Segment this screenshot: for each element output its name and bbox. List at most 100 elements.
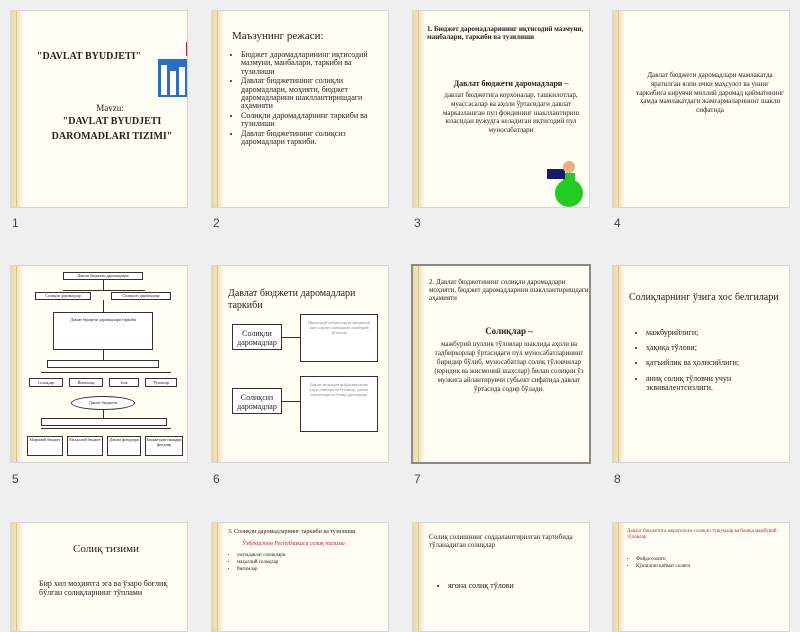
slide-border-decoration (212, 523, 224, 631)
slide-border-decoration (613, 523, 625, 631)
diagram-oval: Давлат бюджети (71, 396, 135, 410)
slide-term: Давлат бюджети даромадлари – (453, 79, 569, 88)
list-item: маҳаллий солиқлар (237, 560, 378, 566)
diagram-bottom-box: Марказий бюджет (27, 436, 63, 456)
diagram-branch-box: Йиғимлар (69, 378, 103, 387)
diagram-connector (282, 337, 300, 338)
diagram-connector (103, 300, 104, 312)
slide-border-decoration (11, 266, 23, 462)
diagram-desc-box: Иқтисодий субъектлар ва жисмоний шахслар… (300, 314, 378, 362)
slide-title: Давлат бюджети даромадлари таркиби (228, 288, 356, 311)
slide-bullet-list: умумдавлат солиқлари маҳаллий солиқлар й… (228, 553, 378, 573)
slide-thumbnail-12[interactable]: Давлат бюджетига ажратилган солиқли тушу… (612, 522, 790, 632)
diagram-branch-box: Солиқлар (29, 378, 63, 387)
slide-border-decoration (613, 266, 625, 462)
slide-thumbnail-3[interactable]: 1. Бюджет даромадларининг иқтисодий мазм… (412, 10, 590, 208)
diagram-branch-box: Тўловлар (145, 378, 177, 387)
slide-bullet-list: Бюджет даромадларининг иқтисодий мазмуни… (232, 50, 382, 147)
slide-border-decoration (212, 11, 224, 207)
diagram-box: Солиқли даромадлар (232, 324, 282, 350)
slide-title: Маъзунинг режаси: (232, 30, 324, 42)
slide-label: Mavzu: (96, 103, 124, 113)
slide-border-decoration (11, 11, 23, 207)
diagram-box: Солиқсиз даромадлар (232, 388, 282, 414)
slide-number: 4 (614, 216, 621, 230)
slide-number: 2 (213, 216, 220, 230)
money-bag-picture (545, 153, 585, 207)
diagram-top-box: Давлат бюджети даромадлари (63, 272, 143, 280)
slide-thumbnail-11[interactable]: Солиқ солишнинг соддалаштирилган тартиби… (412, 522, 590, 632)
slide-thumbnail-4[interactable]: Давлат бюджети даромадлари мамлакатда яр… (612, 10, 790, 208)
diagram-connector (63, 290, 145, 291)
diagram-bottom-box: Давлат фондлари (107, 436, 141, 456)
diagram-connector (282, 401, 300, 402)
slide-term: Солиқлар – (485, 326, 533, 336)
slide-title: Давлат бюджетига ажратилган солиқли тушу… (627, 529, 777, 540)
slide-thumbnail-8[interactable]: Солиқларнинг ўзига хос белгилари мажбури… (612, 265, 790, 463)
list-item: Қўшилган қиймат солиғи (636, 564, 787, 570)
slide-number: 3 (414, 216, 421, 230)
slide-thumbnail-7-selected[interactable]: 2. Давлат бюджетининг солиқли даромадлар… (411, 264, 591, 464)
slide-title: 2. Давлат бюджетининг солиқли даромадлар… (429, 278, 589, 303)
slide-body-text: давлат бюджетига корхоналар, ташкилотлар… (443, 91, 579, 134)
slide-body-text: Бир хил моҳиятга эга ва ўзаро боғлиқ бўл… (39, 579, 168, 598)
slide-subtitle: Ўзбекистон Республикаси солиқ тизими (242, 541, 345, 547)
diagram-bottom-box: Бюджетдан ташқари фондлар (145, 436, 183, 456)
diagram-middle-box: Давлат бюджети даромадлари таркиби (53, 312, 153, 350)
list-item: ягона солиқ тўлови (448, 581, 579, 590)
slide-border-decoration (413, 11, 425, 207)
diagram-connector (103, 280, 104, 290)
slide-border-decoration (212, 266, 224, 462)
list-item: Фойда солиғи (636, 557, 787, 563)
slide-thumbnail-2[interactable]: Маъзунинг режаси: Бюджет даромадларининг… (211, 10, 389, 208)
slide-subtitle: "DAVLAT BYUDJETI DAROMADLARI TIZIMI" (51, 116, 173, 142)
diagram-connector (41, 372, 171, 373)
slide-title: 1. Бюджет даромадларининг иқтисодий мазм… (427, 25, 584, 42)
slide-thumbnail-6[interactable]: Давлат бюджети даромадлари таркиби Солиқ… (211, 265, 389, 463)
slide-thumbnail-10[interactable]: 3. Солиқли даромадларнинг таркиби ва туз… (211, 522, 389, 632)
list-item: Бюджет даромадларининг иқтисодий мазмуни… (241, 50, 382, 76)
slide-title: Солиқ тизими (73, 543, 139, 555)
slide-bullet-list: мажбурийлиги; ҳақиқа тўлови; қатъийлик в… (637, 328, 787, 393)
slide-title: "DAVLAT BYUDJETI" (36, 51, 142, 62)
diagram-connector (41, 428, 171, 429)
list-item: йиғимлар (237, 567, 378, 573)
diagram-right-box: Солиқсиз даромадлар (111, 292, 171, 300)
slide-thumbnail-1[interactable]: "DAVLAT BYUDJETI" Mavzu: "DAVLAT BYUDJET… (10, 10, 188, 208)
slide-bullet-list: ягона солиқ тўлови (439, 581, 579, 591)
list-item: қатъийлик ва ҳолисийлиги; (646, 358, 787, 367)
diagram-branch-box: Бож (109, 378, 139, 387)
diagram-connector (103, 410, 104, 418)
slide-thumbnail-9[interactable]: Солиқ тизими Бир хил моҳиятга эга ва ўза… (10, 522, 188, 632)
slide-title: Солиқларнинг ўзига хос белгилари (629, 292, 779, 303)
slide-bullet-list: Фойда солиғи Қўшилган қиймат солиғи (627, 557, 787, 571)
list-item: Давлат бюджетининг солиқсиз даромадлари … (241, 129, 382, 147)
list-item: умумдавлат солиқлари (237, 553, 378, 559)
slide-body-text: мажбурий пуллик тўловлар шаклида аҳоли в… (434, 340, 584, 394)
diagram-connector (103, 350, 104, 360)
slide-border-decoration (11, 523, 23, 631)
slide-number: 1 (12, 216, 19, 230)
list-item: мажбурийлиги; (646, 328, 787, 337)
slide-border-decoration (413, 523, 425, 631)
slide-border-decoration (413, 266, 425, 462)
money-chart-picture (158, 37, 187, 97)
diagram-left-box: Солиқли даромадлар (35, 292, 91, 300)
diagram-desc-box: Давлат мулкидан фойдаланганлик учун олин… (300, 376, 378, 432)
slide-body-text: Давлат бюджети даромадлари мамлакатда яр… (636, 71, 784, 114)
slide-border-decoration (613, 11, 625, 207)
slide-number: 6 (213, 472, 220, 486)
list-item: аниқ солиқ тўловчи учун эквивалентсизлиг… (646, 374, 787, 392)
slide-number: 5 (12, 472, 19, 486)
slide-thumbnail-5[interactable]: Давлат бюджети даромадлари Солиқли даром… (10, 265, 188, 463)
diagram-row-box (47, 360, 159, 368)
list-item: Давлат бюджетининг солиқли даромадлари, … (241, 77, 382, 111)
slide-number: 8 (614, 472, 621, 486)
diagram-bottom-box: Маҳаллий бюджет (67, 436, 103, 456)
list-item: Солиқли даромадларнинг таркиби ва тузили… (241, 111, 382, 129)
slide-title: Солиқ солишнинг соддалаштирилган тартиби… (429, 533, 573, 550)
diagram-row-box (41, 418, 167, 426)
slide-title: 3. Солиқли даромадларнинг таркиби ва туз… (228, 529, 356, 535)
list-item: ҳақиқа тўлови; (646, 343, 787, 352)
slide-number: 7 (414, 472, 421, 486)
